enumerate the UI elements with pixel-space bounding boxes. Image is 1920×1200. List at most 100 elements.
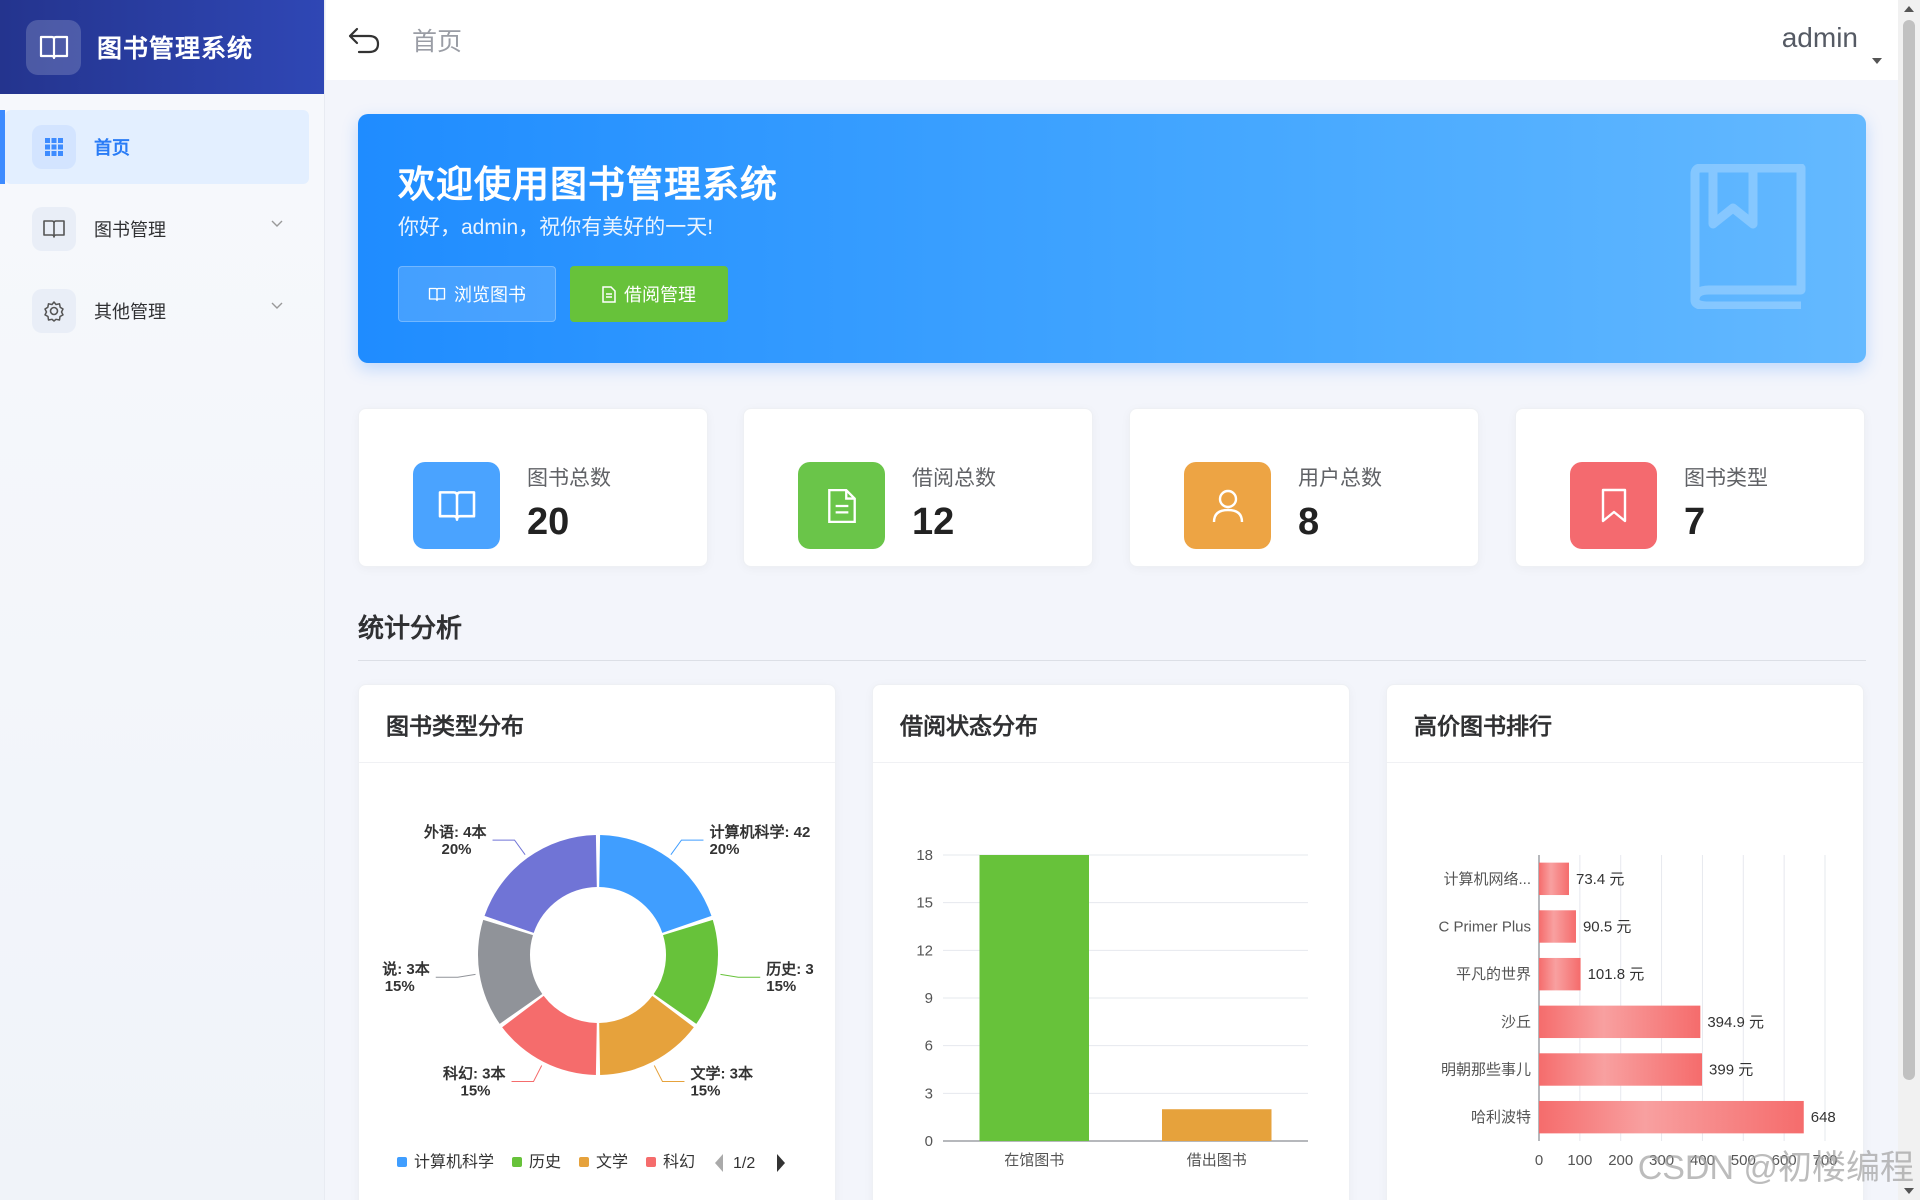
bar bbox=[1162, 1109, 1272, 1141]
bar-value-label: 394.9 元 bbox=[1707, 1014, 1764, 1031]
slice-percent: 15% bbox=[461, 1083, 491, 1100]
top-header: 首页 bbox=[326, 0, 1920, 80]
book-icon bbox=[32, 207, 76, 251]
y-tick-label: 哈利波特 bbox=[1471, 1109, 1531, 1126]
brand: 图书管理系统 bbox=[0, 0, 324, 94]
user-menu[interactable]: admin bbox=[1782, 22, 1858, 54]
bar bbox=[1539, 862, 1569, 896]
borrow-status-bar-chart: 0 3 6 9 12 15 18 在馆图书 借出图书 bbox=[916, 847, 1308, 1169]
book-type-panel: 图书类型分布 计算机科学: 42 20% 历史: 3 15% 文学: 3本 15% 科幻: … bbox=[358, 684, 836, 1200]
y-tick-label: 明朝那些事儿 bbox=[1441, 1062, 1531, 1079]
banner-subtitle: 你好，admin，祝你有美好的一天! bbox=[398, 216, 714, 239]
bar bbox=[979, 855, 1089, 1141]
stat-label: 图书类型 bbox=[1684, 467, 1768, 490]
section-title: 统计分析 bbox=[358, 613, 463, 643]
slice-percent: 15% bbox=[690, 1083, 720, 1100]
label-line bbox=[511, 1065, 543, 1083]
sidebar-item-other[interactable]: 其他管理 bbox=[5, 274, 309, 348]
stat-card-users: 用户总数 8 bbox=[1129, 408, 1479, 567]
stat-label: 图书总数 bbox=[527, 467, 611, 490]
label-line bbox=[435, 973, 476, 978]
bar bbox=[1539, 910, 1576, 943]
slice-percent: 20% bbox=[709, 841, 739, 858]
bookmark-book-icon bbox=[1690, 164, 1806, 309]
legend-swatch bbox=[579, 1157, 589, 1167]
welcome-banner: 欢迎使用图书管理系统 你好，admin，祝你有美好的一天! 浏览图书 借阅管理 bbox=[358, 114, 1866, 363]
watermark: CSDN @初楼编程 bbox=[1637, 1149, 1914, 1187]
y-tick-label: 3 bbox=[925, 1085, 933, 1102]
y-tick-label: 6 bbox=[925, 1038, 933, 1055]
gear-icon bbox=[32, 289, 76, 333]
scroll-up-arrow-icon[interactable] bbox=[1904, 6, 1914, 12]
sidebar-item-label: 图书管理 bbox=[94, 220, 166, 240]
stat-card-borrows: 借阅总数 12 bbox=[743, 408, 1093, 567]
x-tick-label: 200 bbox=[1608, 1152, 1633, 1169]
book-type-donut-chart: 计算机科学: 4220%历史: 315%文学: 3本15%科幻: 3本15%说:… bbox=[382, 823, 814, 1172]
y-tick-label: C Primer Plus bbox=[1438, 919, 1531, 936]
browse-books-button[interactable]: 浏览图书 bbox=[398, 266, 556, 322]
scroll-thumb[interactable] bbox=[1903, 20, 1915, 1080]
sidebar-item-label: 其他管理 bbox=[94, 302, 166, 322]
breadcrumb[interactable]: 首页 bbox=[412, 22, 462, 58]
borrow-status-panel: 借阅状态分布 0 3 6 9 12 15 18 在馆图书 借出图书 bbox=[872, 684, 1350, 1200]
slice-percent: 15% bbox=[385, 978, 415, 995]
y-tick-label: 沙丘 bbox=[1501, 1014, 1531, 1031]
chevron-down-icon bbox=[271, 220, 283, 227]
bar-value-label: 101.8 元 bbox=[1588, 966, 1645, 983]
book-logo-icon bbox=[26, 19, 81, 75]
legend-page: 1/2 bbox=[733, 1155, 755, 1172]
donut-slice bbox=[484, 835, 597, 933]
panel-title: 图书类型分布 bbox=[359, 685, 835, 763]
stat-value: 12 bbox=[912, 501, 955, 543]
legend-next-icon bbox=[777, 1154, 785, 1172]
sidebar-item-home[interactable]: 首页 bbox=[0, 110, 309, 184]
bar-value-label: 90.5 元 bbox=[1583, 919, 1631, 936]
borrow-management-button[interactable]: 借阅管理 bbox=[570, 266, 728, 322]
stat-label: 用户总数 bbox=[1298, 467, 1382, 490]
sidebar-menu: 首页 图书管理 其他管理 bbox=[0, 94, 324, 348]
sidebar: 图书管理系统 首页 图书管理 其他管理 bbox=[0, 0, 325, 1200]
slice-percent: 15% bbox=[766, 978, 796, 995]
x-tick-label: 在馆图书 bbox=[1004, 1152, 1064, 1169]
slice-label: 文学: 3本 bbox=[690, 1065, 753, 1083]
legend-item: 历史 bbox=[529, 1153, 561, 1171]
user-icon bbox=[1184, 462, 1271, 549]
grid-icon bbox=[32, 125, 76, 169]
bar bbox=[1539, 1005, 1701, 1039]
bar bbox=[1539, 1100, 1804, 1134]
legend-item: 科幻 bbox=[663, 1153, 695, 1171]
document-icon bbox=[602, 285, 616, 303]
legend-item: 文学 bbox=[596, 1153, 628, 1171]
panel-title: 高价图书排行 bbox=[1387, 685, 1863, 763]
label-line bbox=[670, 839, 704, 855]
caret-down-icon[interactable] bbox=[1872, 58, 1882, 64]
book-icon bbox=[413, 462, 500, 549]
slice-label: 历史: 3 bbox=[766, 960, 814, 978]
panel-title: 借阅状态分布 bbox=[873, 685, 1349, 763]
sidebar-item-label: 首页 bbox=[94, 138, 130, 158]
chevron-down-icon bbox=[271, 302, 283, 309]
book-icon bbox=[428, 287, 446, 301]
stat-card-books: 图书总数 20 bbox=[358, 408, 708, 567]
stat-value: 7 bbox=[1684, 501, 1706, 543]
x-tick-label: 借出图书 bbox=[1187, 1152, 1247, 1169]
banner-title: 欢迎使用图书管理系统 bbox=[398, 164, 778, 205]
legend-swatch bbox=[512, 1157, 522, 1167]
y-tick-label: 计算机网络... bbox=[1443, 870, 1531, 888]
bar-value-label: 648 bbox=[1811, 1109, 1836, 1126]
price-rank-panel: 高价图书排行 0 100 200 300 400 500 600 700 计算机网络... 73.… bbox=[1386, 684, 1864, 1200]
y-tick-label: 9 bbox=[925, 990, 933, 1007]
slice-label: 外语: 4本 bbox=[423, 823, 487, 841]
legend-prev-icon bbox=[715, 1154, 723, 1172]
sidebar-item-books[interactable]: 图书管理 bbox=[5, 192, 309, 266]
back-button[interactable] bbox=[344, 20, 384, 60]
back-arrow-icon bbox=[348, 27, 380, 54]
document-icon bbox=[798, 462, 885, 549]
label-line bbox=[720, 973, 761, 978]
borrow-management-label: 借阅管理 bbox=[624, 285, 696, 305]
legend-item: 计算机科学 bbox=[414, 1152, 494, 1171]
stat-card-types: 图书类型 7 bbox=[1515, 408, 1865, 567]
stat-value: 8 bbox=[1298, 501, 1320, 543]
bookmark-icon bbox=[1570, 462, 1657, 549]
page-scrollbar[interactable] bbox=[1898, 0, 1920, 1200]
